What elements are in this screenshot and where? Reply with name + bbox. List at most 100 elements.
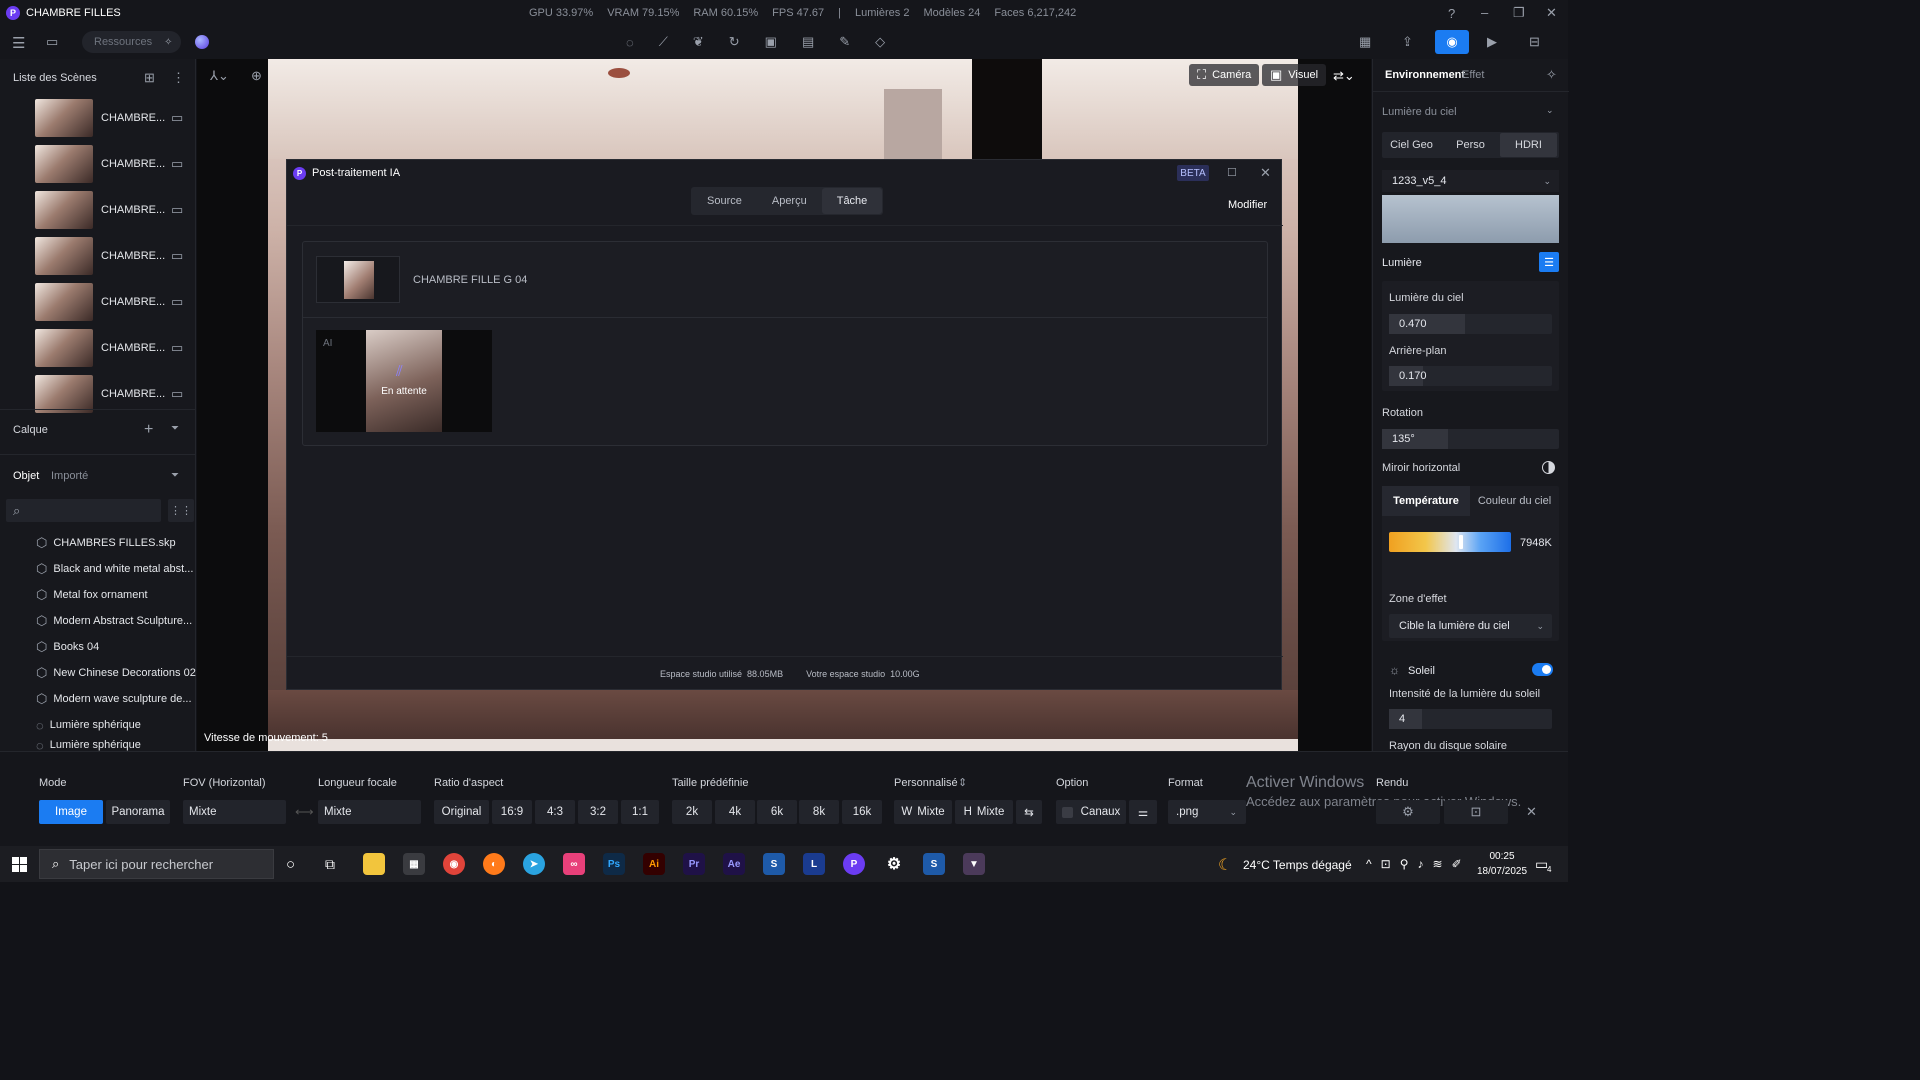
axis-icon[interactable]: ⅄⌄: [210, 68, 229, 84]
creative-cloud-icon[interactable]: ∞: [563, 853, 585, 875]
clock-time[interactable]: 00:25: [1472, 851, 1532, 862]
camera-icon[interactable]: ▭: [171, 294, 183, 310]
d5-render-icon[interactable]: P: [843, 853, 865, 875]
hdri-select[interactable]: 1233_v5_4 ⌄: [1382, 170, 1559, 192]
tab-object[interactable]: Objet: [13, 470, 39, 482]
grid-view-icon[interactable]: ⋮⋮: [168, 499, 194, 522]
restore-icon[interactable]: ❐: [1513, 5, 1525, 21]
pen-icon[interactable]: ✐: [1452, 857, 1462, 871]
layers-icon[interactable]: ◇: [875, 34, 885, 50]
volume-icon[interactable]: ♪: [1418, 857, 1424, 871]
close-icon[interactable]: ✕: [1260, 165, 1271, 181]
mode-panorama-button[interactable]: Panorama: [106, 800, 170, 824]
rotation-slider[interactable]: 135°: [1382, 429, 1559, 449]
tab-task[interactable]: Tâche: [821, 188, 883, 214]
object-search-input[interactable]: ⌕: [6, 499, 161, 522]
hdri-preview[interactable]: [1382, 195, 1559, 243]
video-camera-icon[interactable]: ▶: [1487, 34, 1497, 50]
tab-source[interactable]: Source: [692, 188, 757, 214]
light-bulb-icon[interactable]: ◌: [626, 35, 634, 50]
temperature-slider[interactable]: [1389, 532, 1511, 552]
swap-dimensions-icon[interactable]: ⇆: [1016, 800, 1042, 824]
gallery-icon[interactable]: ▦: [1359, 34, 1371, 50]
tab-imported[interactable]: Importé: [51, 470, 88, 482]
sketchup-2-icon[interactable]: S: [923, 853, 945, 875]
task-view-icon[interactable]: ⧉: [325, 856, 335, 873]
after-effects-icon[interactable]: Ae: [723, 853, 745, 875]
menu-icon[interactable]: ☰: [12, 34, 25, 52]
list-item[interactable]: ◌ Lumière sphérique: [0, 712, 196, 738]
list-item[interactable]: ⬡ Modern Abstract Sculpture...: [0, 608, 196, 634]
tab-custom-sky[interactable]: Perso: [1441, 139, 1500, 151]
settings-sliders-icon[interactable]: ⚌: [1129, 800, 1157, 824]
close-window-icon[interactable]: ✕: [1546, 5, 1557, 21]
ratio-16-9-button[interactable]: 16:9: [492, 800, 532, 824]
rotate-icon[interactable]: ↻: [729, 34, 740, 50]
render-button[interactable]: ⚙: [1376, 800, 1440, 824]
sky-light-slider[interactable]: 0.470: [1389, 314, 1552, 334]
tab-temperature[interactable]: Température: [1382, 486, 1470, 516]
ratio-original-button[interactable]: Original: [434, 800, 489, 824]
export-icon[interactable]: ⇪: [1402, 34, 1413, 50]
pin-icon[interactable]: ✧: [1546, 67, 1557, 83]
store-icon[interactable]: ▦: [403, 853, 425, 875]
scene-item[interactable]: CHAMBRE... ▭: [0, 325, 196, 371]
camera-icon[interactable]: ▭: [171, 340, 183, 356]
file-explorer-icon[interactable]: [363, 853, 385, 875]
tab-preview[interactable]: Aperçu: [757, 188, 822, 214]
security-icon[interactable]: ⚲: [1400, 857, 1409, 871]
tab-geo-sky[interactable]: Ciel Geo: [1382, 139, 1441, 151]
ai-result-card[interactable]: AI ⫽ En attente: [316, 330, 492, 432]
weather-text[interactable]: 24°C Temps dégagé: [1243, 858, 1352, 872]
link-icon[interactable]: ⟷: [295, 804, 314, 820]
list-item[interactable]: ⬡ Modern wave sculpture de...: [0, 686, 196, 712]
tab-effect[interactable]: Effet: [1462, 69, 1484, 81]
cortana-icon[interactable]: ○: [286, 856, 295, 873]
camera-icon[interactable]: ▭: [171, 248, 183, 264]
mirror-toggle-icon[interactable]: [1542, 461, 1555, 474]
zone-select[interactable]: Cible la lumière du ciel ⌄: [1389, 614, 1552, 638]
camera-icon[interactable]: ▭: [171, 202, 183, 218]
list-item[interactable]: ⬡ CHAMBRES FILLES.skp: [0, 530, 196, 556]
view-swap-icon[interactable]: ⇄⌄: [1333, 68, 1355, 84]
width-input[interactable]: W Mixte: [894, 800, 952, 824]
photoshop-icon[interactable]: Ps: [603, 853, 625, 875]
camera-button[interactable]: ⛶ Caméra: [1189, 64, 1260, 86]
height-input[interactable]: H Mixte: [955, 800, 1013, 824]
scene-item[interactable]: CHAMBRE... ▭: [0, 279, 196, 325]
active-app-icon[interactable]: ▼: [963, 853, 985, 875]
brush-icon[interactable]: ✎: [839, 34, 850, 50]
scene-item[interactable]: CHAMBRE... ▭: [0, 233, 196, 279]
more-icon[interactable]: ⋮: [172, 70, 185, 86]
slider-thumb[interactable]: [1459, 535, 1463, 549]
chrome-icon[interactable]: ◉: [443, 853, 465, 875]
sketchup-icon[interactable]: S: [763, 853, 785, 875]
add-scene-icon[interactable]: ⊞: [144, 70, 155, 86]
preset-4k-button[interactable]: 4k: [715, 800, 755, 824]
filter-icon[interactable]: ⏷: [171, 423, 179, 434]
path-tool-icon[interactable]: ⟋: [659, 34, 668, 50]
tab-environment[interactable]: Environnement: [1385, 69, 1465, 81]
globe-icon[interactable]: ⊕: [251, 68, 262, 84]
save-render-button[interactable]: ⊡: [1444, 800, 1508, 824]
background-slider[interactable]: 0.170: [1389, 366, 1552, 386]
ratio-1-1-button[interactable]: 1:1: [621, 800, 659, 824]
clock-date[interactable]: 18/07/2025: [1472, 866, 1532, 877]
camera-icon[interactable]: ▭: [171, 156, 183, 172]
help-icon[interactable]: ?: [1448, 6, 1455, 21]
video-clip-icon[interactable]: ▣: [765, 34, 777, 50]
format-select[interactable]: .png ⌄: [1168, 800, 1246, 824]
orb-icon[interactable]: [195, 35, 209, 49]
ratio-3-2-button[interactable]: 3:2: [578, 800, 618, 824]
list-item[interactable]: ⬡ Metal fox ornament: [0, 582, 196, 608]
sun-intensity-slider[interactable]: 4: [1389, 709, 1552, 729]
tab-sky-color[interactable]: Couleur du ciel: [1470, 495, 1559, 507]
leaf-icon[interactable]: ❦: [693, 34, 704, 50]
add-layer-icon[interactable]: +: [144, 421, 153, 439]
wifi-icon[interactable]: ≋: [1433, 857, 1443, 871]
camera-icon[interactable]: ▭: [171, 110, 183, 126]
scene-item[interactable]: CHAMBRE... ▭: [0, 141, 196, 187]
preset-2k-button[interactable]: 2k: [672, 800, 712, 824]
windows-start-icon[interactable]: [12, 857, 27, 872]
list-item[interactable]: ⬡ Black and white metal abst...: [0, 556, 196, 582]
